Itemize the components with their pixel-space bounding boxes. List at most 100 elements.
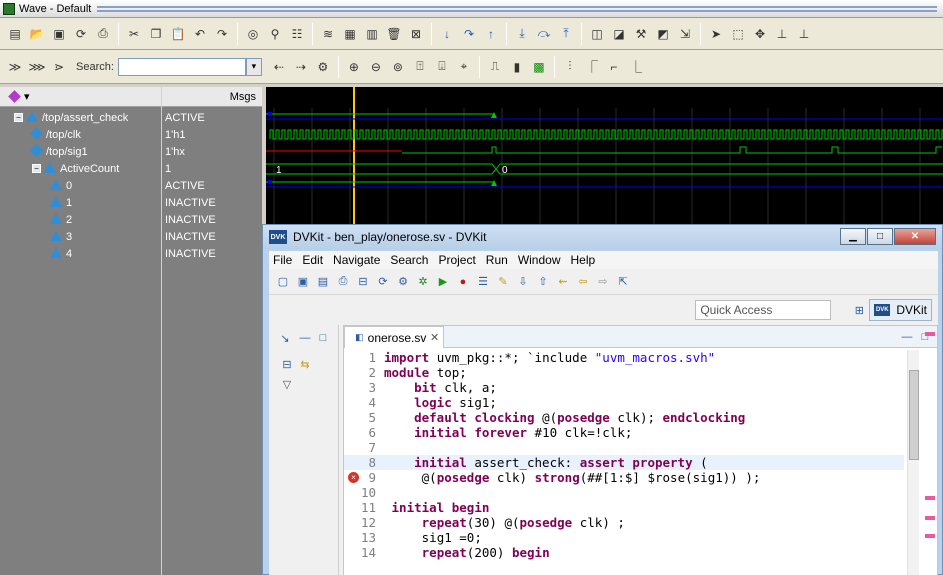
editor-scrollbar[interactable] [907, 350, 919, 575]
layout-icon[interactable]: ◫ [589, 26, 605, 42]
overview-marker[interactable] [925, 332, 935, 336]
menu-search[interactable]: Search [390, 253, 428, 267]
signal-row[interactable]: − /top/assert_check [14, 110, 128, 127]
edge-fall-icon[interactable]: ⎾ [584, 59, 600, 75]
search-options-icon[interactable]: ⚙ [315, 59, 331, 75]
reload-icon[interactable]: ⟳ [73, 26, 89, 42]
redo-icon[interactable]: ↷ [214, 26, 230, 42]
signal-row[interactable]: − ActiveCount [32, 161, 119, 178]
insert-cursor-icon[interactable]: ⎍ [487, 59, 503, 75]
code-line[interactable]: 8 initial assert_check: assert property … [344, 455, 904, 470]
code-line[interactable]: 12 repeat(30) @(posedge clk) ; [344, 515, 904, 530]
search-next-icon[interactable]: ⇢ [293, 59, 309, 75]
dvkit-title-bar[interactable]: DVK DVKit - ben_play/onerose.sv - DVKit … [263, 225, 942, 249]
maximize-view-icon[interactable]: □ [316, 331, 330, 345]
undo-icon[interactable]: ↶ [192, 26, 208, 42]
zoom-full-icon[interactable]: ⊚ [390, 59, 406, 75]
menu-file[interactable]: File [273, 253, 292, 267]
find-icon[interactable]: ⚲ [267, 26, 283, 42]
code-line[interactable]: 4 logic sig1; [344, 395, 904, 410]
next-annotation-icon[interactable]: ⇩ [516, 275, 530, 289]
error-icon[interactable]: × [348, 472, 359, 483]
step-icon[interactable]: ↓ [439, 26, 455, 42]
new-icon[interactable]: ▤ [7, 26, 23, 42]
signal-row[interactable]: 2 [50, 212, 72, 229]
perspective-dvkit[interactable]: DVK DVKit [869, 299, 932, 321]
window-icon[interactable]: ◩ [655, 26, 671, 42]
open-perspective-icon[interactable]: ⊞ [852, 303, 866, 317]
overview-marker[interactable] [925, 496, 935, 500]
close-button[interactable]: ✕ [894, 228, 936, 245]
step-over-icon[interactable]: ↷ [461, 26, 477, 42]
step-out-icon[interactable]: ↑ [483, 26, 499, 42]
measure-icon[interactable]: ⊥ [796, 26, 812, 42]
paste-icon[interactable]: 📋 [170, 26, 186, 42]
run-icon[interactable]: ⤓ [514, 26, 530, 42]
tools-icon[interactable]: ⚒ [633, 26, 649, 42]
code-line[interactable]: 10 [344, 485, 904, 500]
minimize-view-icon[interactable]: — [298, 331, 312, 345]
overview-marker[interactable] [925, 516, 935, 520]
layer-icon[interactable]: ≋ [320, 26, 336, 42]
continue-icon[interactable]: ⤼ [536, 26, 552, 42]
back-icon[interactable]: ⇦ [576, 275, 590, 289]
save-icon[interactable]: ▣ [296, 275, 310, 289]
refresh-icon[interactable]: ⟳ [376, 275, 390, 289]
collapse-toggle-icon[interactable]: − [32, 164, 41, 173]
zoom-out-icon[interactable]: ⊖ [368, 59, 384, 75]
edge-prev-icon[interactable]: ⫶ [562, 59, 578, 75]
build-icon[interactable]: ⚙ [396, 275, 410, 289]
pan-icon[interactable]: ✥ [752, 26, 768, 42]
signal-row[interactable]: 4 [50, 246, 72, 263]
trash-icon[interactable]: 🗑 [386, 26, 402, 42]
code-line[interactable]: 14 repeat(200) begin [344, 545, 904, 560]
menu-window[interactable]: Window [518, 253, 561, 267]
new-file-icon[interactable]: ▢ [276, 275, 290, 289]
save-all-icon[interactable]: ▤ [316, 275, 330, 289]
menu-project[interactable]: Project [438, 253, 475, 267]
quick-access-input[interactable]: Quick Access [695, 300, 832, 320]
run-icon[interactable]: ▶ [436, 275, 450, 289]
binary-icon[interactable]: ⊟ [356, 275, 370, 289]
code-line[interactable]: 1 import uvm_pkg::*; `include "uvm_macros… [344, 350, 904, 365]
signal-row[interactable]: 1 [50, 195, 72, 212]
last-edit-icon[interactable]: ⇜ [556, 275, 570, 289]
editor-minimize-icon[interactable]: — [900, 330, 914, 344]
zoom-layout-icon[interactable]: ◪ [611, 26, 627, 42]
code-line[interactable]: 5 default clocking @(posedge clk); endcl… [344, 410, 904, 425]
scroll-thumb[interactable] [909, 370, 919, 460]
menu-edit[interactable]: Edit [302, 253, 323, 267]
cut-icon[interactable]: ✂ [126, 26, 142, 42]
view-menu-icon[interactable]: ↘ [278, 331, 292, 345]
prev-annotation-icon[interactable]: ⇧ [536, 275, 550, 289]
code-line[interactable]: 13 sig1 =0; [344, 530, 904, 545]
restart-icon[interactable]: ⤒ [558, 26, 574, 42]
code-line[interactable]: 9 @(posedge clk) strong(##[1:$] $rose(si… [344, 470, 904, 485]
debug-icon[interactable]: ✲ [416, 275, 430, 289]
overview-marker[interactable] [925, 534, 935, 538]
menu-navigate[interactable]: Navigate [333, 253, 380, 267]
dock-icon[interactable]: ⇲ [677, 26, 693, 42]
annotation-icon[interactable]: ✎ [496, 275, 510, 289]
code-line[interactable]: 7 [344, 440, 904, 455]
signal-row[interactable]: 0 [50, 178, 72, 195]
external-tools-icon[interactable]: ● [456, 275, 470, 289]
menu-run[interactable]: Run [486, 253, 508, 267]
open-icon[interactable]: 📂 [29, 26, 45, 42]
format-icon[interactable]: ☷ [289, 26, 305, 42]
search-prev-icon[interactable]: ⇠ [271, 59, 287, 75]
copy-icon[interactable]: ❐ [148, 26, 164, 42]
collapse-icon[interactable]: ⋙ [28, 59, 45, 75]
close-tab-icon[interactable]: ✕ [429, 331, 440, 345]
zoom-mode-icon[interactable]: ⌖ [456, 59, 472, 75]
goto-icon[interactable]: ⋗ [51, 59, 67, 75]
save-icon[interactable]: ▣ [51, 26, 67, 42]
highlight-icon[interactable]: ▩ [531, 59, 547, 75]
edge-next-icon[interactable]: ⎿ [628, 59, 644, 75]
search-dropdown-button[interactable]: ▾ [245, 57, 262, 76]
help-icon[interactable]: ◎ [245, 26, 261, 42]
menu-help[interactable]: Help [571, 253, 596, 267]
code-line[interactable]: 6 initial forever #10 clk=!clk; [344, 425, 904, 440]
collapse-all-icon[interactable]: ⊟ [280, 357, 294, 371]
break-icon[interactable]: ⊠ [408, 26, 424, 42]
